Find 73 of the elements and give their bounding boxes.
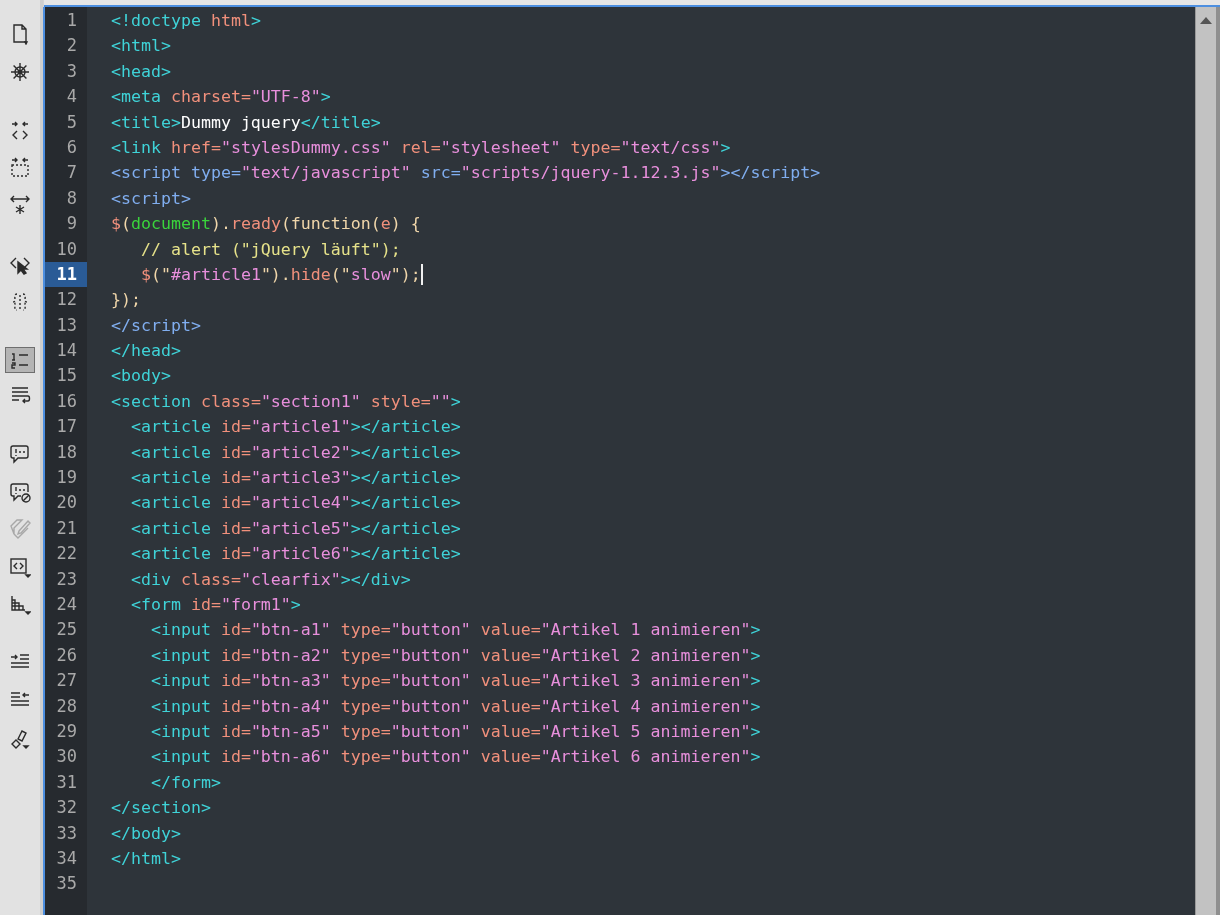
- code-line: <!doctype html>: [111, 10, 261, 32]
- code-line: <meta charset="UTF-8">: [111, 86, 331, 109]
- code-line: <link href="stylesDummy.css" rel="stylesheet" type="text/css">: [111, 136, 731, 159]
- line-number: 4: [65, 85, 78, 109]
- code-line: <article id="article4"></article>: [129, 492, 461, 515]
- code-line: });: [111, 289, 141, 312]
- line-number: 31: [55, 770, 78, 794]
- line-number: 34: [55, 846, 78, 870]
- line-number: 33: [55, 821, 78, 845]
- line-number: 23: [55, 567, 78, 591]
- code-line: <title>Dummy jquery</title>: [111, 111, 381, 134]
- line-number: 14: [55, 339, 78, 363]
- line-number: 17: [55, 415, 78, 439]
- line-number: 21: [55, 516, 78, 540]
- line-number: 3: [65, 59, 78, 83]
- code-line: </script>: [111, 314, 201, 337]
- code-line: <input id="btn-a1" type="button" value="Artikel 1 animieren">: [149, 619, 761, 642]
- code-line: // alert ("jQuery läuft");: [139, 238, 401, 261]
- line-numbers-icon[interactable]: [5, 347, 35, 373]
- line-number: 28: [55, 694, 78, 718]
- code-line: <input id="btn-a3" type="button" value="Artikel 3 animieren">: [149, 670, 761, 693]
- text-cursor: [420, 264, 423, 286]
- line-number: 13: [55, 313, 78, 337]
- line-number: 16: [55, 389, 78, 413]
- code-line: <html>: [111, 35, 171, 58]
- line-number: 6: [65, 135, 78, 159]
- code-line: <input id="btn-a4" type="button" value="Artikel 4 animieren">: [149, 695, 761, 718]
- line-number: 5: [65, 110, 78, 134]
- code-line: </head>: [111, 340, 181, 363]
- line-number: 24: [55, 593, 78, 616]
- line-number: 2: [65, 34, 78, 58]
- line-number: 35: [55, 872, 78, 896]
- line-number: 19: [55, 466, 78, 490]
- code-line: <article id="article6"></article>: [129, 543, 461, 566]
- line-number: 22: [55, 542, 78, 566]
- code-line: $(document).ready(function(e) {: [111, 213, 421, 236]
- line-number: 7: [65, 161, 78, 185]
- line-number: 27: [55, 669, 78, 693]
- line-number: 11: [45, 261, 87, 288]
- code-line: <div class="clearfix"></div>: [129, 568, 411, 591]
- code-line: </body>: [111, 822, 181, 845]
- code-line: <article id="article5"></article>: [129, 517, 461, 540]
- line-number: 32: [55, 796, 78, 820]
- code-line: <article id="article2"></article>: [129, 441, 461, 464]
- code-line: <article id="article3"></article>: [129, 467, 461, 490]
- scroll-up-arrow-icon[interactable]: [1199, 15, 1213, 25]
- line-number: 29: [55, 719, 78, 743]
- code-line: <input id="btn-a2" type="button" value="Artikel 2 animieren">: [149, 644, 761, 667]
- code-line: $("#article1").hide("slow");: [139, 263, 421, 286]
- line-number: 8: [65, 186, 78, 210]
- code-line: </html>: [111, 847, 181, 870]
- code-line: <form id="form1">: [129, 594, 301, 616]
- line-number: 15: [55, 364, 78, 388]
- code-line: <script type="text/javascript" src="scripts/jquery-1.12.3.js"></script>: [111, 162, 821, 185]
- line-number: 25: [55, 618, 78, 642]
- code-line: <section class="section1" style="">: [111, 390, 461, 413]
- code-line: <article id="article1"></article>: [129, 416, 461, 439]
- code-line: </section>: [111, 797, 211, 820]
- line-number: 18: [55, 440, 78, 464]
- line-number: 20: [55, 491, 78, 515]
- line-number: 1: [65, 9, 78, 32]
- line-number: 26: [55, 643, 78, 667]
- code-line: </form>: [149, 771, 221, 794]
- code-line: <script>: [111, 187, 191, 210]
- line-number: 9: [65, 212, 78, 236]
- code-line: <head>: [111, 60, 171, 83]
- code-line: <input id="btn-a5" type="button" value="Artikel 5 animieren">: [149, 720, 761, 743]
- code-line: <body>: [111, 365, 171, 388]
- code-line: <input id="btn-a6" type="button" value="Artikel 6 animieren">: [149, 746, 761, 769]
- line-number: 12: [55, 288, 78, 312]
- line-number: 10: [55, 237, 78, 261]
- line-number: 30: [55, 745, 78, 769]
- scrollbar[interactable]: [1195, 7, 1220, 915]
